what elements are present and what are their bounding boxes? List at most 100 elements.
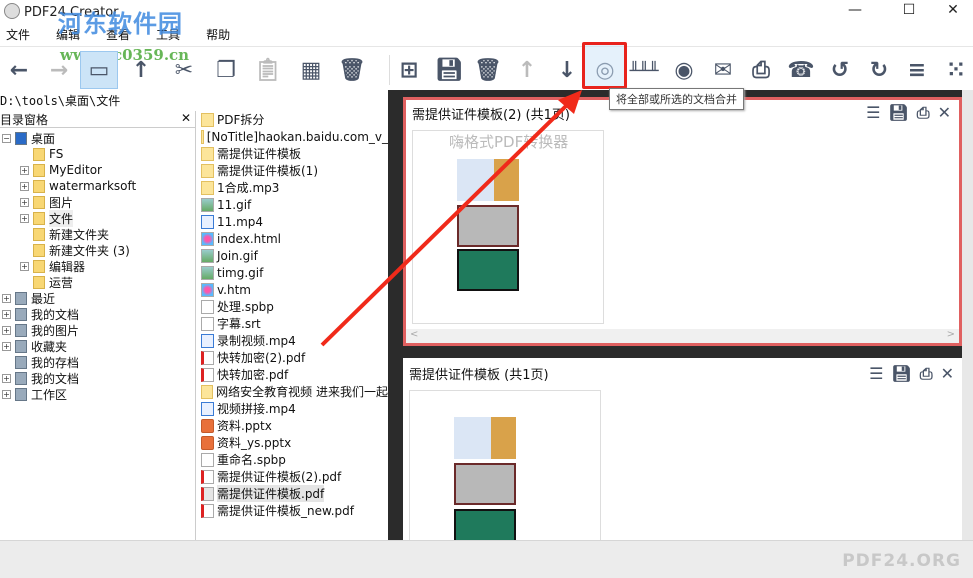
expander-icon[interactable]: + xyxy=(20,213,29,223)
file-item[interactable]: Join.gif xyxy=(198,247,388,264)
file-item[interactable]: PDF拆分 xyxy=(198,111,388,128)
tree-node[interactable]: 运营 xyxy=(20,274,73,290)
expander-icon[interactable]: + xyxy=(2,325,11,335)
paste-icon[interactable]: 📋︎ xyxy=(249,51,287,89)
tree-node[interactable]: FS xyxy=(20,146,63,162)
print-icon[interactable]: ⎙ xyxy=(917,103,930,123)
tree-node[interactable]: + MyEditor xyxy=(20,162,102,178)
file-item[interactable]: timg.gif xyxy=(198,264,388,281)
cut-icon[interactable]: ✂ xyxy=(165,51,203,89)
expander-icon[interactable]: + xyxy=(20,197,29,207)
tree-node[interactable]: + 我的文档 xyxy=(2,306,79,322)
delete-icon[interactable]: 🗑︎ xyxy=(333,51,371,89)
tree-node[interactable]: 新建文件夹 (3) xyxy=(20,242,130,258)
expander-icon[interactable]: + xyxy=(20,165,29,175)
tree-node[interactable]: + watermarksoft xyxy=(20,178,136,194)
expander-icon[interactable]: + xyxy=(2,389,11,399)
tree-node[interactable]: + 最近 xyxy=(2,290,55,306)
document-card[interactable]: 需提供证件模板(2) (共1页) ☰ 💾︎ ⎙ ✕ 嗨格式PDF转换器 < > xyxy=(403,97,962,346)
preview-eye-icon[interactable]: ◉ xyxy=(665,51,703,89)
file-item[interactable]: 需提供证件模板(2).pdf xyxy=(198,468,388,485)
file-item[interactable]: 字幕.srt xyxy=(198,315,388,332)
menu-icon[interactable]: ☰ xyxy=(869,364,883,384)
close-icon[interactable]: ✕ xyxy=(938,103,951,123)
expander-icon[interactable]: + xyxy=(2,373,11,383)
grid-view-icon[interactable]: ▦ xyxy=(292,51,330,89)
expander-icon[interactable]: − xyxy=(2,133,11,143)
email-icon[interactable]: ✉ xyxy=(704,51,742,89)
file-item[interactable]: 需提供证件模板(1) xyxy=(198,162,388,179)
tree-node[interactable]: − 桌面 xyxy=(2,130,55,146)
tree-node[interactable]: + 收藏夹 xyxy=(2,338,67,354)
page-thumbnail[interactable]: 嗨格式PDF转换器 xyxy=(412,130,604,324)
minimize-button[interactable]: — xyxy=(832,2,878,22)
location-icon xyxy=(15,339,27,353)
file-item[interactable]: 需提供证件模板_new.pdf xyxy=(198,502,388,519)
file-item[interactable]: 重命名.spbp xyxy=(198,451,388,468)
tree-node[interactable]: 新建文件夹 xyxy=(20,226,109,242)
page-thumbnail[interactable] xyxy=(409,390,601,551)
copy-icon[interactable]: ❐ xyxy=(207,51,245,89)
apps-grid-icon[interactable]: ⁙ xyxy=(937,51,973,89)
new-document-icon[interactable]: ⊞ xyxy=(390,51,428,89)
tree-node[interactable]: + 工作区 xyxy=(2,386,67,402)
sort-icon[interactable]: ≡ xyxy=(898,51,936,89)
tree-node[interactable]: + 我的图片 xyxy=(2,322,79,338)
file-item[interactable]: [NoTitle]haokan.baidu.com_v_ xyxy=(198,128,388,145)
file-item[interactable]: 需提供证件模板.pdf xyxy=(198,485,388,502)
file-item[interactable]: 11.gif xyxy=(198,196,388,213)
file-item[interactable]: 资料_ys.pptx xyxy=(198,434,388,451)
path-input[interactable]: D:\tools\桌面\文件 xyxy=(0,91,388,111)
fax-icon[interactable]: ☎ xyxy=(782,51,820,89)
print-icon[interactable]: ⎙ xyxy=(920,364,933,384)
save-icon[interactable]: 💾︎ xyxy=(891,364,911,384)
tree-node[interactable]: + 图片 xyxy=(20,194,73,210)
folder-icon[interactable]: ▭ xyxy=(80,51,118,89)
tree-node[interactable]: + 我的文档 xyxy=(2,370,79,386)
expander-icon[interactable]: + xyxy=(20,181,29,191)
file-name: index.html xyxy=(217,231,281,246)
expander-icon[interactable]: + xyxy=(2,309,11,319)
expander-icon[interactable]: + xyxy=(20,261,29,271)
file-item[interactable]: 网络安全教育视频 进来我们一起 xyxy=(198,383,388,400)
expander-icon[interactable]: + xyxy=(2,293,11,303)
tree-node[interactable]: + 编辑器 xyxy=(20,258,85,274)
file-item[interactable]: index.html xyxy=(198,230,388,247)
file-item[interactable]: 快转加密(2).pdf xyxy=(198,349,388,366)
file-item[interactable]: 快转加密.pdf xyxy=(198,366,388,383)
forward-icon[interactable]: → xyxy=(40,51,78,89)
card-horizontal-scrollbar[interactable]: < > xyxy=(406,329,959,343)
split-icon[interactable]: ╨╨╨ xyxy=(625,51,663,89)
file-item[interactable]: 1合成.mp3 xyxy=(198,179,388,196)
file-item[interactable]: 录制视频.mp4 xyxy=(198,332,388,349)
tree-node[interactable]: 我的存档 xyxy=(2,354,79,370)
expander-icon[interactable]: + xyxy=(2,341,11,351)
move-down-icon[interactable]: ↓ xyxy=(548,51,586,89)
maximize-button[interactable]: ☐ xyxy=(886,2,932,22)
back-icon[interactable]: ← xyxy=(0,51,38,89)
menu-file[interactable]: 文件 xyxy=(6,26,30,44)
file-item[interactable]: 处理.spbp xyxy=(198,298,388,315)
file-item[interactable]: v.htm xyxy=(198,281,388,298)
tree-node[interactable]: + 文件 xyxy=(20,209,74,227)
move-up-icon[interactable]: ↑ xyxy=(508,51,546,89)
save-icon[interactable]: 💾︎ xyxy=(888,103,908,123)
menu-icon[interactable]: ☰ xyxy=(866,103,880,123)
doc-file-icon xyxy=(201,316,214,331)
print-icon[interactable]: ⎙ xyxy=(742,51,780,89)
document-area-scrollbar[interactable] xyxy=(962,90,973,540)
file-item[interactable]: 需提供证件模板 xyxy=(198,145,388,162)
file-item[interactable]: 资料.pptx xyxy=(198,417,388,434)
file-item[interactable]: 视频拼接.mp4 xyxy=(198,400,388,417)
remove-icon[interactable]: 🗑︎ xyxy=(469,51,507,89)
close-button[interactable]: ✕ xyxy=(930,2,973,22)
rotate-right-icon[interactable]: ↻ xyxy=(860,51,898,89)
directory-pane-close-button[interactable]: ✕ xyxy=(181,111,191,127)
save-icon[interactable]: 💾︎ xyxy=(430,51,468,89)
menu-help[interactable]: 帮助 xyxy=(206,26,230,44)
document-card[interactable]: 需提供证件模板 (共1页) ☰ 💾︎ ⎙ ✕ xyxy=(403,358,962,551)
up-folder-icon[interactable]: ↑ xyxy=(122,51,160,89)
close-icon[interactable]: ✕ xyxy=(941,364,954,384)
file-item[interactable]: 11.mp4 xyxy=(198,213,388,230)
rotate-left-icon[interactable]: ↺ xyxy=(821,51,859,89)
